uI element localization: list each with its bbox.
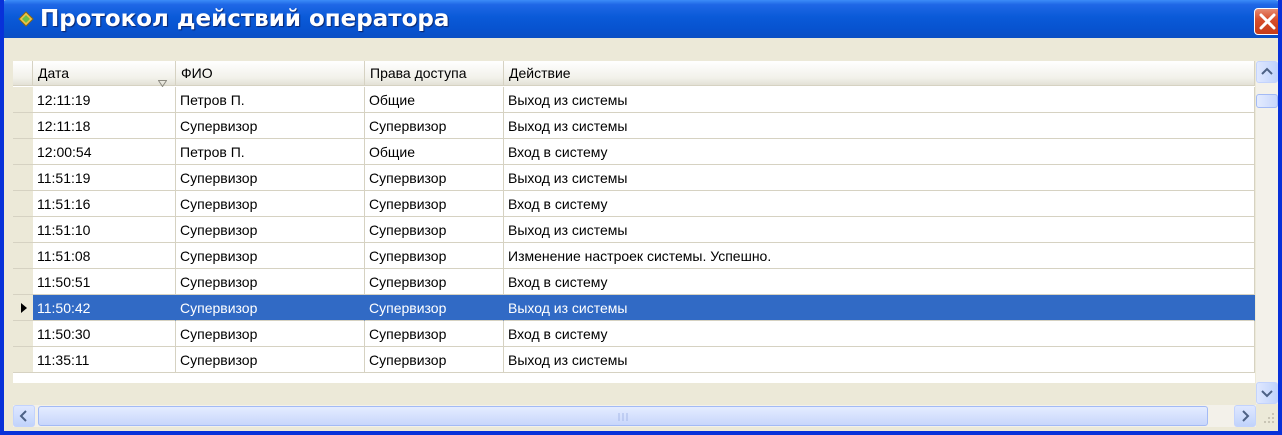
cell-access[interactable]: Супервизор [365,165,504,191]
vertical-scroll-thumb[interactable] [1256,94,1278,108]
row-selector[interactable] [13,295,33,321]
cell-time[interactable]: 12:00:54 [33,139,176,165]
cell-time[interactable]: 11:35:11 [33,347,176,373]
cell-name[interactable]: Супервизор [176,347,365,373]
table-row[interactable]: 11:51:10 Супервизор Супервизор Выход из сис… [33,217,1255,243]
scroll-down-button[interactable] [1256,382,1278,404]
cell-name[interactable]: Супервизор [176,113,365,139]
cell-access[interactable]: Супервизор [365,191,504,217]
row-selector[interactable] [13,243,33,269]
close-button[interactable] [1254,8,1278,35]
horizontal-scrollbar[interactable] [13,405,1278,427]
diamond-app-icon [18,11,34,27]
cell-action[interactable]: Выход из системы [504,217,1255,243]
cell-name[interactable]: Супервизор [176,321,365,347]
row-selector[interactable] [13,269,33,295]
column-header-date[interactable]: Дата [33,61,176,88]
cell-access[interactable]: Супервизор [365,321,504,347]
cell-time[interactable]: 11:51:16 [33,191,176,217]
table-row[interactable]: 12:11:19 Петров П. Общие Выход из системы [33,87,1255,113]
cell-action[interactable]: Выход из системы [504,347,1255,373]
cell-time[interactable]: 11:51:19 [33,165,176,191]
chevron-right-icon [1235,410,1255,430]
horizontal-scroll-thumb[interactable] [38,406,1208,426]
cell-time[interactable]: 12:11:18 [33,113,176,139]
cell-action[interactable]: Вход в систему [504,191,1255,217]
table-row[interactable]: 11:51:19 Супервизор Супервизор Выход из сис… [33,165,1255,191]
title-bar[interactable]: Протокол действий оператора [4,0,1278,38]
cell-time[interactable]: 11:51:10 [33,217,176,243]
table-row[interactable]: 11:50:30 Супервизор Супервизор Вход в систе… [33,321,1255,347]
row-selector[interactable] [13,139,33,165]
cell-time[interactable]: 12:11:19 [33,87,176,113]
table-row[interactable]: 11:51:16 Супервизор Супервизор Вход в систе… [33,191,1255,217]
chevron-up-icon [1257,67,1277,86]
cell-action[interactable]: Выход из системы [504,295,1255,321]
table-row[interactable]: 11:50:42 Супервизор Супервизор Выход из сис… [33,295,1255,321]
cell-action[interactable]: Выход из системы [504,113,1255,139]
table-row[interactable]: 11:35:11 Супервизор Супервизор Выход из сис… [33,347,1255,373]
cell-action[interactable]: Вход в систему [504,139,1255,165]
cell-action[interactable]: Вход в систему [504,269,1255,295]
column-header-name-label: ФИО [181,65,213,81]
row-selector[interactable] [13,321,33,347]
table-row[interactable]: 12:00:54 Петров П. Общие Вход в систему [33,139,1255,165]
cell-action[interactable]: Выход из системы [504,87,1255,113]
scroll-left-button[interactable] [13,405,35,427]
cell-name[interactable]: Петров П. [176,87,365,113]
column-header-action-label: Действие [509,65,571,81]
cell-access[interactable]: Супервизор [365,347,504,373]
column-header-date-label: Дата [38,65,70,81]
chevron-left-icon [14,410,34,430]
cell-name[interactable]: Супервизор [176,295,365,321]
cell-time[interactable]: 11:50:42 [33,295,176,321]
resize-grip[interactable] [1256,405,1278,427]
cell-access[interactable]: Супервизор [365,113,504,139]
cell-time[interactable]: 11:50:51 [33,269,176,295]
column-header-name[interactable]: ФИО [176,61,365,86]
cell-name[interactable]: Супервизор [176,191,365,217]
row-selector[interactable] [13,87,33,113]
cell-time[interactable]: 11:51:08 [33,243,176,269]
row-selector[interactable] [13,113,33,139]
vertical-scrollbar[interactable] [1256,61,1278,404]
cell-name[interactable]: Супервизор [176,243,365,269]
column-header-access-label: Права доступа [370,65,467,81]
row-selector[interactable] [13,217,33,243]
table-row[interactable]: 11:51:08 Супервизор Супервизор Изменение на… [33,243,1255,269]
cell-access[interactable]: Супервизор [365,243,504,269]
resize-grip-icon [1256,412,1278,431]
row-selector[interactable] [13,347,33,373]
cell-action[interactable]: Вход в систему [504,321,1255,347]
table-row[interactable]: 11:50:51 Супервизор Супервизор Вход в систе… [33,269,1255,295]
cell-time[interactable]: 11:50:30 [33,321,176,347]
row-selector[interactable] [13,165,33,191]
cell-access[interactable]: Супервизор [365,217,504,243]
table-row[interactable]: 12:11:18 Супервизор Супервизор Выход из сис… [33,113,1255,139]
row-selector[interactable] [13,191,33,217]
scroll-right-button[interactable] [1234,405,1256,427]
header-corner [13,61,33,86]
cell-name[interactable]: Супервизор [176,165,365,191]
cell-access[interactable]: Супервизор [365,295,504,321]
cell-name[interactable]: Петров П. [176,139,365,165]
cell-action[interactable]: Выход из системы [504,165,1255,191]
scroll-up-button[interactable] [1256,61,1278,83]
cell-access[interactable]: Общие [365,87,504,113]
cell-name[interactable]: Супервизор [176,269,365,295]
cell-action[interactable]: Изменение настроек системы. Успешно. [504,243,1255,269]
grid-header: Дата ФИО Права доступа Действие [13,61,1255,88]
cell-name[interactable]: Супервизор [176,217,365,243]
cell-access[interactable]: Супервизор [365,269,504,295]
column-header-action[interactable]: Действие [504,61,1255,86]
column-header-access[interactable]: Права доступа [365,61,504,86]
window-title: Протокол действий оператора [40,6,450,32]
cell-access[interactable]: Общие [365,139,504,165]
